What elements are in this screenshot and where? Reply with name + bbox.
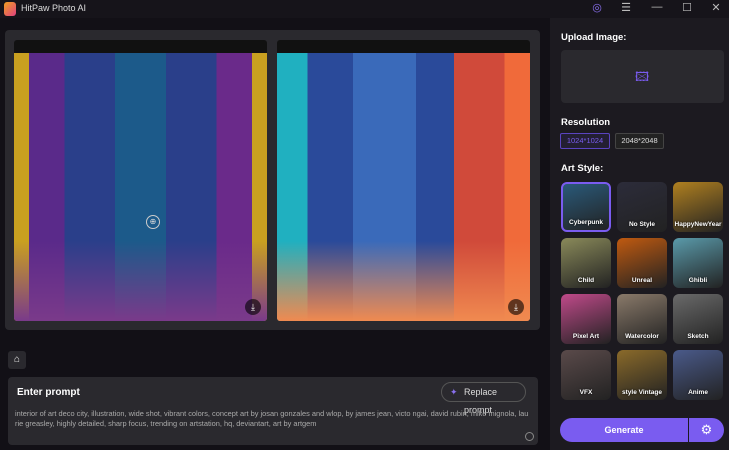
app-logo bbox=[4, 2, 16, 16]
art-style-unreal[interactable]: Unreal bbox=[617, 238, 667, 288]
art-style-anime[interactable]: Anime bbox=[673, 350, 723, 400]
art-style-pixel-art[interactable]: Pixel Art bbox=[561, 294, 611, 344]
art-style-sketch[interactable]: Sketch bbox=[673, 294, 723, 344]
replace-prompt-button[interactable]: ✦ Replace prompt bbox=[441, 382, 526, 415]
home-button[interactable]: ⌂ bbox=[8, 351, 26, 369]
image-content bbox=[277, 53, 530, 321]
image-content bbox=[14, 53, 267, 321]
art-style-cyberpunk[interactable]: Cyberpunk bbox=[561, 182, 611, 232]
art-style-label: No Style bbox=[628, 221, 655, 228]
title-bar: HitPaw Photo AI ◎ ☰ — ☐ ✕ bbox=[0, 0, 729, 18]
result-image-1[interactable]: ⊕ ⤓ bbox=[14, 40, 267, 321]
resolution-1024[interactable]: 1024*1024 bbox=[560, 133, 610, 149]
prompt-label: Enter prompt bbox=[17, 387, 80, 398]
art-style-happynewyear[interactable]: HappyNewYear bbox=[673, 182, 723, 232]
art-style-label: VFX bbox=[579, 389, 593, 396]
art-style-label: Art Style: bbox=[561, 163, 604, 174]
upload-area[interactable]: 🖾 bbox=[561, 50, 724, 103]
generate-button[interactable]: Generate bbox=[560, 418, 688, 442]
settings-button[interactable]: ⚙ bbox=[689, 418, 724, 442]
zoom-icon[interactable]: ⊕ bbox=[146, 215, 160, 229]
download-icon[interactable]: ⤓ bbox=[508, 299, 524, 315]
art-style-vfx[interactable]: VFX bbox=[561, 350, 611, 400]
art-style-label: Sketch bbox=[687, 333, 709, 340]
maximize-button[interactable]: ☐ bbox=[679, 1, 695, 14]
art-style-watercolor[interactable]: Watercolor bbox=[617, 294, 667, 344]
add-image-icon: 🖾 bbox=[635, 69, 650, 84]
prompt-box: Enter prompt ✦ Replace prompt interior of… bbox=[8, 377, 538, 445]
art-style-child[interactable]: Child bbox=[561, 238, 611, 288]
prompt-input[interactable]: interior of art deco city, illustration,… bbox=[15, 409, 530, 429]
download-icon[interactable]: ⤓ bbox=[245, 299, 261, 315]
art-style-label: Child bbox=[577, 277, 595, 284]
art-style-label: Anime bbox=[688, 389, 708, 396]
resolution-label: Resolution bbox=[561, 117, 611, 128]
art-style-label: Unreal bbox=[631, 277, 653, 284]
art-style-no-style[interactable]: No Style bbox=[617, 182, 667, 232]
sparkle-icon: ✦ bbox=[450, 387, 458, 397]
menu-icon[interactable]: ☰ bbox=[618, 1, 634, 14]
minimize-button[interactable]: — bbox=[649, 1, 665, 13]
art-style-ghibli[interactable]: Ghibli bbox=[673, 238, 723, 288]
art-style-label: Pixel Art bbox=[572, 333, 600, 340]
clear-icon[interactable] bbox=[525, 432, 534, 441]
upload-label: Upload Image: bbox=[561, 32, 627, 43]
art-style-label: HappyNewYear bbox=[674, 221, 722, 228]
sidebar: Upload Image: 🖾 Resolution 1024*1024 204… bbox=[550, 18, 729, 450]
art-style-label: Cyberpunk bbox=[569, 219, 603, 226]
art-style-label: Ghibli bbox=[688, 277, 708, 284]
art-style-label: Watercolor bbox=[625, 333, 659, 340]
account-icon[interactable]: ◎ bbox=[589, 1, 605, 14]
result-image-2[interactable]: ⤓ bbox=[277, 40, 530, 321]
app-title: HitPaw Photo AI bbox=[21, 3, 87, 13]
resolution-2048[interactable]: 2048*2048 bbox=[615, 133, 664, 149]
close-button[interactable]: ✕ bbox=[708, 1, 724, 14]
art-style-style-vintage[interactable]: style Vintage bbox=[617, 350, 667, 400]
art-style-label: style Vintage bbox=[622, 389, 662, 396]
